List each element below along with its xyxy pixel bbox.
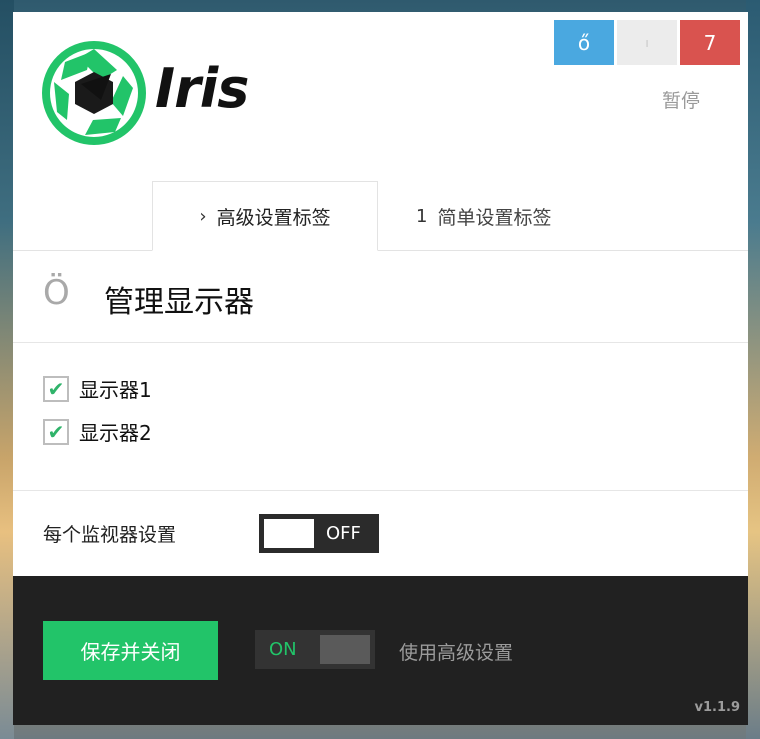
- simple-tab-icon: 1: [416, 205, 428, 227]
- tab-advanced-label: 高级设置标签: [216, 206, 331, 229]
- divider: [13, 342, 748, 343]
- toggle-knob: [264, 519, 314, 548]
- app-logo-text: Iris: [155, 57, 249, 120]
- monitor-1-checkbox[interactable]: ✔: [43, 375, 69, 402]
- per-monitor-label: 每个监视器设置: [43, 524, 177, 546]
- advanced-settings-label: 使用高级设置: [399, 642, 514, 664]
- check-icon: ✔: [47, 376, 65, 401]
- toggle-state-text: ON: [269, 639, 297, 660]
- desktop-background-left: [0, 0, 14, 739]
- toggle-state-text: OFF: [326, 523, 361, 544]
- save-and-close-button[interactable]: 保存并关闭: [43, 621, 218, 680]
- desktop-background-right: [746, 0, 760, 739]
- toggle-knob: [320, 635, 370, 664]
- tab-simple-settings[interactable]: 1 简单设置标签: [416, 181, 551, 251]
- chevron-right-icon: ›: [199, 205, 207, 227]
- section-title: 管理显示器: [104, 285, 254, 320]
- camera-aperture-icon: [41, 40, 147, 146]
- advanced-settings-toggle[interactable]: ON: [255, 630, 375, 669]
- divider: [13, 490, 748, 491]
- monitor-icon: Ö: [43, 273, 70, 313]
- gray-window-button[interactable]: ı: [617, 20, 677, 65]
- blue-window-button[interactable]: ő: [554, 20, 614, 65]
- monitor-1-option[interactable]: ✔ 显示器1: [43, 374, 152, 403]
- check-icon: ✔: [47, 419, 65, 444]
- monitor-2-option[interactable]: ✔ 显示器2: [43, 417, 152, 446]
- version-label: v1.1.9: [694, 700, 741, 715]
- pause-button[interactable]: 暂停: [662, 86, 700, 113]
- close-button[interactable]: 7: [680, 20, 740, 65]
- iris-window: ő ı 7 暂停 Iris › 高级设置标签 1 简单设置标签 Ö 管理显示器 …: [13, 12, 748, 725]
- per-monitor-toggle[interactable]: OFF: [259, 514, 379, 553]
- tab-simple-label: 简单设置标签: [437, 206, 552, 229]
- monitor-2-checkbox[interactable]: ✔: [43, 418, 69, 445]
- tab-advanced-settings[interactable]: › 高级设置标签: [152, 181, 378, 251]
- tab-divider: [13, 250, 748, 251]
- monitor-1-label: 显示器1: [79, 378, 152, 402]
- footer-bar: 保存并关闭 ON 使用高级设置 v1.1.9: [13, 576, 748, 725]
- monitor-2-label: 显示器2: [79, 421, 152, 445]
